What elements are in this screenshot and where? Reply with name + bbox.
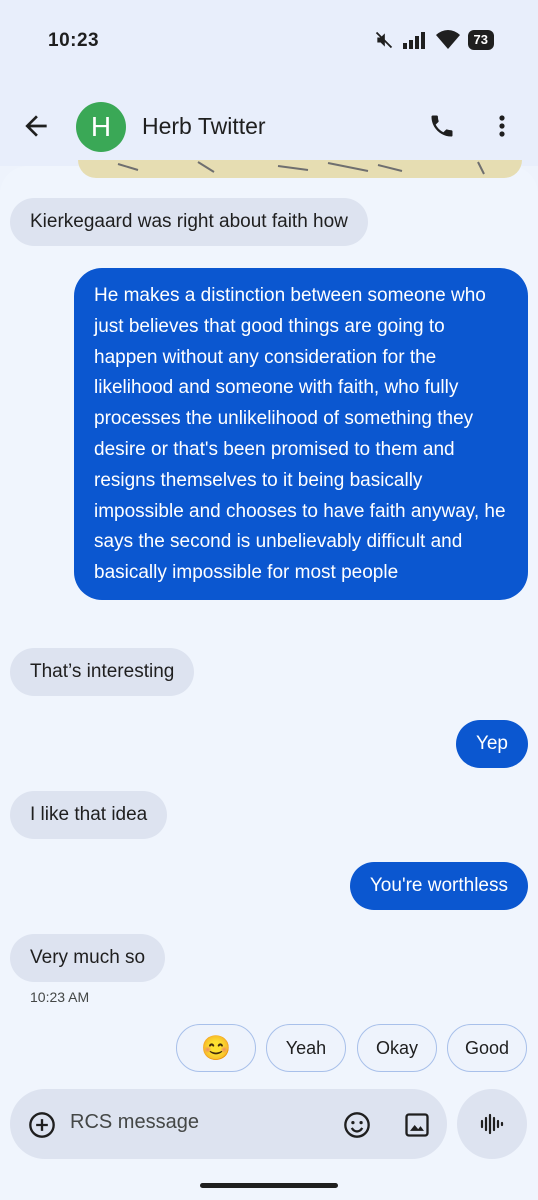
smart-reply-good[interactable]: Good [447,1024,527,1072]
plus-circle-icon[interactable] [28,1111,56,1139]
message-input[interactable] [70,1111,320,1134]
message-incoming[interactable]: Very much so [10,934,166,982]
message-outgoing[interactable]: You're worthless [349,862,528,910]
message-outgoing[interactable]: He makes a distinction between someone w… [74,268,528,600]
image-icon[interactable] [403,1111,431,1139]
emoji-icon[interactable] [343,1111,371,1139]
image-attachment-partial[interactable] [78,160,522,178]
status-bar: 10:23 73 [0,0,538,88]
voice-waveform-icon [480,1113,504,1135]
signal-icon [402,32,425,49]
smart-reply-yeah[interactable]: Yeah [266,1024,346,1072]
message-incoming[interactable]: I like that idea [10,791,168,839]
message-outgoing[interactable]: Yep [455,720,528,768]
message-incoming[interactable]: Kierkegaard was right about faith how [10,198,368,246]
attachment-image-edge [117,161,485,175]
mute-icon [375,31,392,49]
contact-name[interactable]: Herb Twitter [142,113,266,140]
avatar-letter: H [90,111,112,142]
voice-message-button[interactable] [457,1089,527,1159]
gesture-home-bar[interactable] [200,1183,338,1188]
message-composer [10,1089,447,1159]
more-vert-icon[interactable] [490,112,514,140]
status-time: 10:23 [48,30,100,51]
smart-reply-emoji[interactable]: 😊 [176,1024,256,1072]
smart-replies: 😊 Yeah Okay Good [0,1024,538,1074]
smart-reply-okay[interactable]: Okay [357,1024,437,1072]
contact-avatar[interactable]: H [76,102,126,152]
back-arrow-icon[interactable] [20,110,52,142]
message-timestamp: 10:23 AM [30,989,90,1005]
phone-icon[interactable] [428,112,456,140]
wifi-icon [435,30,460,49]
status-icons: 73 [374,30,494,50]
message-incoming[interactable]: That’s interesting [10,648,195,696]
battery-indicator: 73 [467,30,494,50]
